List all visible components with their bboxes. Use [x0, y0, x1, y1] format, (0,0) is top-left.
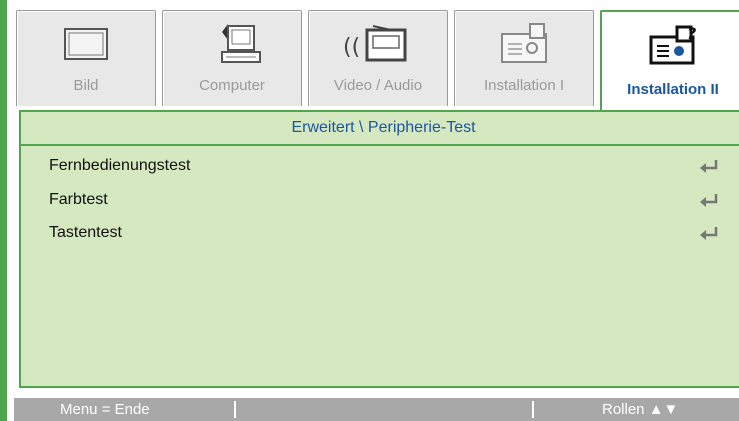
status-bar: Menu = Ende Rollen ▲▼: [14, 398, 739, 421]
menu-item-label: Fernbedienungstest: [49, 157, 191, 174]
status-divider: [532, 401, 534, 418]
tab-installation-1[interactable]: Installation I: [454, 10, 594, 106]
tab-video-audio[interactable]: (( Video / Audio: [308, 10, 448, 106]
monitor-icon: [17, 19, 155, 77]
enter-icon: [700, 194, 718, 207]
computer-icon: [163, 19, 301, 77]
tab-computer[interactable]: Computer: [162, 10, 302, 106]
menu-item-label: Farbtest: [49, 191, 108, 208]
enter-icon: [700, 227, 718, 240]
osd-menu: Bild Computer ((Video / Audio Installat…: [0, 0, 739, 421]
tab-label: Bild: [73, 77, 99, 94]
status-divider: [234, 401, 236, 418]
status-menu-hint: Menu = Ende: [60, 401, 150, 418]
tab-installation-2[interactable]: ? Installation II: [600, 10, 739, 110]
video-audio-icon: ((: [309, 19, 447, 77]
menu-item-fernbedienungstest[interactable]: Fernbedienungstest: [37, 151, 730, 181]
menu-item-label: Tastentest: [49, 224, 122, 241]
projector-icon: [455, 19, 593, 77]
tab-label: Video / Audio: [333, 77, 423, 94]
panel-title: Erweitert \ Peripherie-Test: [21, 112, 739, 146]
menu-item-farbtest[interactable]: Farbtest: [37, 185, 730, 215]
tab-label: Installation I: [483, 77, 565, 94]
menu-item-tastentest[interactable]: Tastentest: [37, 218, 730, 248]
svg-text:?: ?: [687, 24, 696, 43]
tab-label: Computer: [199, 77, 265, 94]
projector-help-icon: ?: [602, 20, 739, 78]
svg-text:((: ((: [343, 35, 360, 60]
tab-bild[interactable]: Bild: [16, 10, 156, 106]
enter-icon: [700, 160, 718, 173]
tab-bar: Bild Computer ((Video / Audio Installat…: [16, 10, 739, 110]
status-scroll-hint: Rollen ▲▼: [602, 401, 679, 418]
settings-panel: Erweitert \ Peripherie-Test Fernbedienun…: [19, 110, 739, 388]
tab-label: Installation II: [627, 81, 719, 98]
